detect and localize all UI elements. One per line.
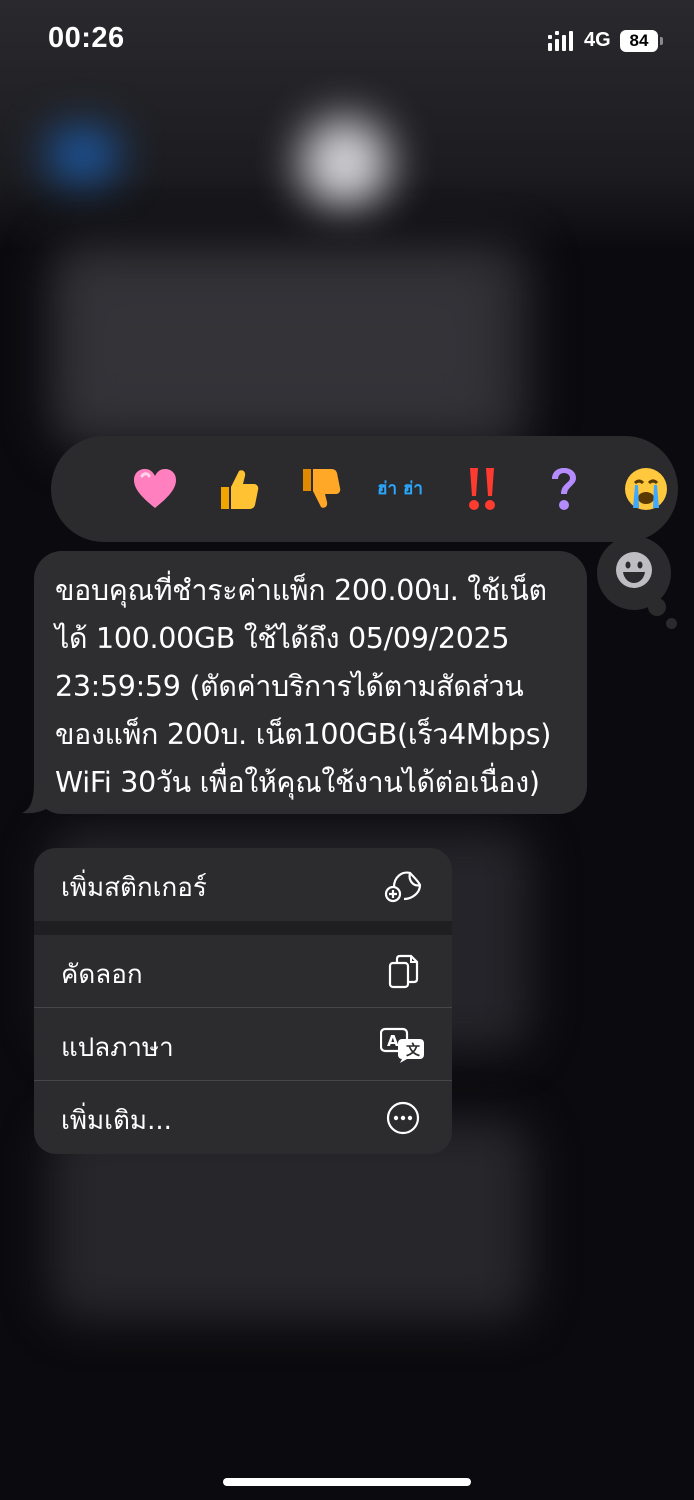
- menu-item-copy[interactable]: คัดลอก: [34, 935, 452, 1008]
- message-text: ขอบคุณที่ชำระค่าแพ็ก 200.00บ. ใช้เน็ต ได…: [55, 574, 552, 799]
- battery-level: 84: [629, 31, 649, 50]
- exclamation-reaction-icon[interactable]: [455, 462, 509, 516]
- network-type: 4G: [584, 29, 611, 51]
- heart-reaction-icon[interactable]: [128, 462, 182, 516]
- cellular-signal-icon: [548, 31, 573, 51]
- question-reaction-icon[interactable]: [537, 462, 591, 516]
- menu-item-add-sticker[interactable]: เพิ่มสติกเกอร์: [34, 848, 452, 921]
- sticker-add-icon: [384, 871, 422, 903]
- menu-label-more: เพิ่มเติม...: [61, 1106, 172, 1136]
- menu-label-add-sticker: เพิ่มสติกเกอร์: [61, 873, 207, 903]
- contact-avatar-blurred: [300, 118, 390, 208]
- context-menu: เพิ่มสติกเกอร์ คัดลอก แปลภาษา A 文 เพิ่มเ…: [34, 848, 452, 1154]
- copy-icon: [388, 954, 419, 989]
- haha-reaction-icon[interactable]: ฮ่า ฮ่า: [373, 462, 427, 516]
- thumbs-up-reaction-icon[interactable]: [210, 462, 264, 516]
- menu-label-copy: คัดลอก: [61, 960, 143, 990]
- crying-face-reaction-icon[interactable]: [619, 462, 673, 516]
- thumbs-down-reaction-icon[interactable]: [292, 462, 346, 516]
- translate-icon: A 文: [380, 1027, 424, 1063]
- menu-item-more[interactable]: เพิ่มเติม...: [34, 1081, 452, 1154]
- status-bar: 00:26 4G 84: [0, 0, 694, 84]
- svg-text:文: 文: [406, 1042, 421, 1059]
- status-time: 00:26: [48, 22, 125, 54]
- ellipsis-circle-icon: [386, 1101, 420, 1135]
- add-emoji-icon[interactable]: [615, 551, 653, 589]
- svg-text:A: A: [387, 1032, 399, 1050]
- menu-label-translate: แปลภาษา: [61, 1033, 174, 1063]
- menu-item-translate[interactable]: แปลภาษา A 文: [34, 1008, 452, 1081]
- home-indicator[interactable]: [223, 1478, 471, 1486]
- battery-icon: 84: [620, 30, 658, 52]
- tapback-reaction-bar: ฮ่า ฮ่า: [51, 436, 678, 542]
